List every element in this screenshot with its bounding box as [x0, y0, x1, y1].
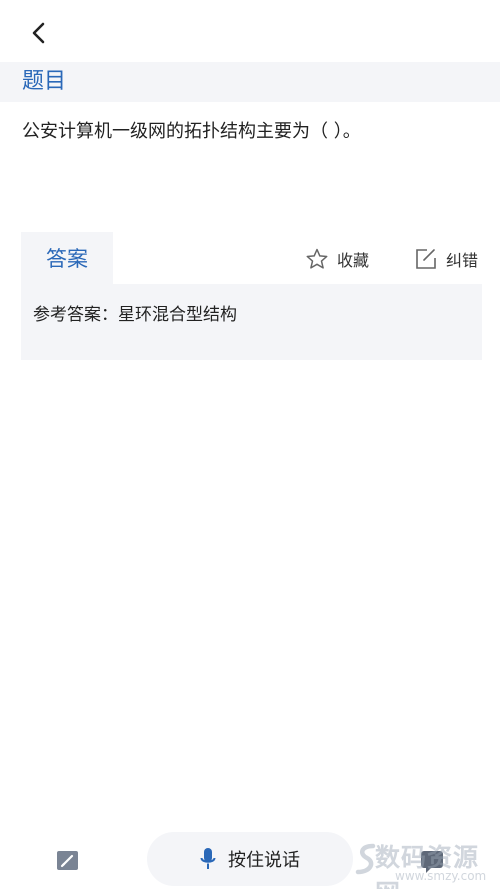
star-outline-icon — [306, 248, 328, 269]
correction-button[interactable]: 纠错 — [414, 246, 478, 272]
top-bar — [0, 0, 500, 62]
note-edit-icon — [57, 851, 78, 870]
edit-square-icon — [416, 249, 436, 269]
question-text: 公安计算机一级网的拓扑结构主要为（ ）。 — [22, 121, 361, 142]
correction-label: 纠错 — [446, 251, 479, 270]
favorite-button[interactable]: 收藏 — [305, 246, 369, 272]
section-title: 题目 — [22, 69, 67, 94]
hold-to-talk-button[interactable]: 按住说话 — [147, 832, 353, 886]
answer-box: 参考答案：星环混合型结构 — [21, 284, 482, 360]
answer-text: 参考答案：星环混合型结构 — [33, 305, 237, 325]
watermark-logo-icon — [355, 843, 376, 875]
favorite-label: 收藏 — [337, 251, 370, 270]
microphone-icon — [200, 848, 216, 869]
chat-icon — [421, 851, 443, 873]
section-header: 题目 — [0, 62, 500, 102]
answer-tab-bar: 答案 收藏 纠错 — [21, 232, 482, 284]
hold-to-talk-label: 按住说话 — [228, 850, 300, 871]
chat-button[interactable] — [419, 848, 445, 874]
chevron-left-icon — [32, 22, 45, 44]
note-edit-button[interactable] — [54, 846, 82, 874]
back-button[interactable] — [22, 18, 56, 48]
tab-answer[interactable]: 答案 — [21, 232, 113, 284]
